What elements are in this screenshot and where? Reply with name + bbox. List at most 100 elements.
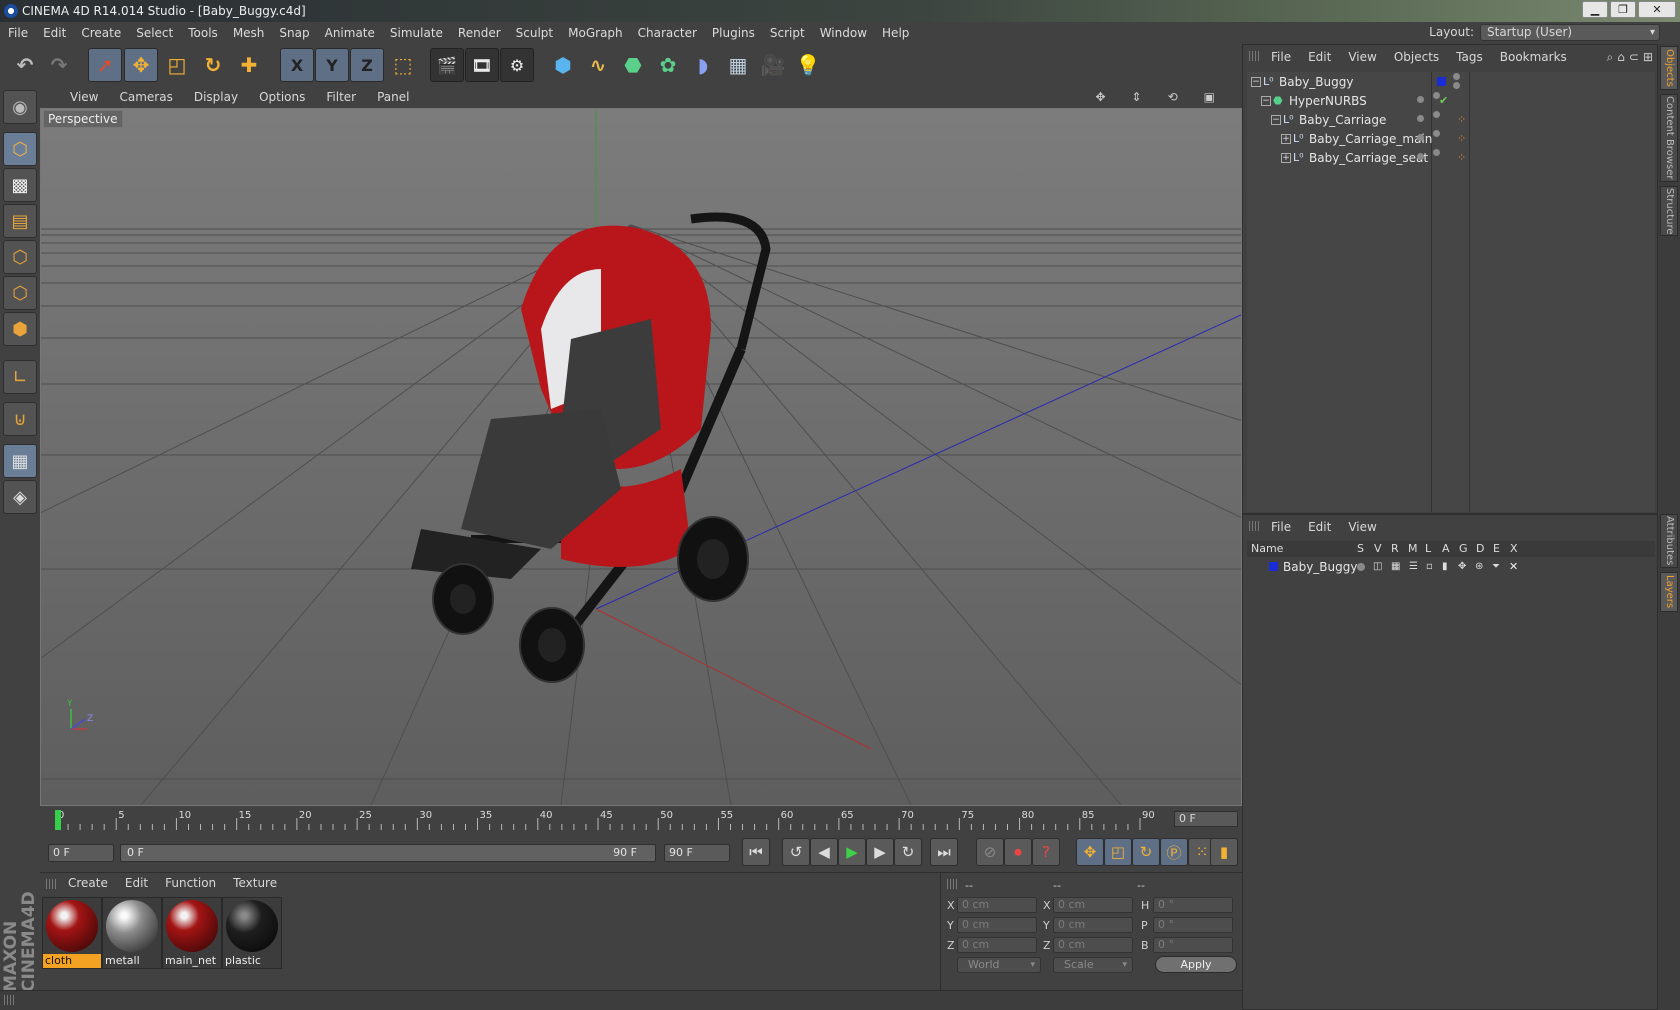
- end-frame-field[interactable]: 90 F: [664, 844, 730, 862]
- expand-icon[interactable]: +: [1281, 153, 1291, 163]
- material-cloth[interactable]: cloth: [42, 897, 102, 969]
- rot-p-field[interactable]: 0 °: [1153, 917, 1233, 933]
- rotate-icon[interactable]: ↻: [196, 48, 230, 82]
- pan-view-icon[interactable]: ✥: [1095, 90, 1105, 104]
- go-to-start-icon[interactable]: ⏮: [742, 838, 770, 866]
- new-panel-icon[interactable]: ⊞: [1643, 50, 1653, 65]
- render-view-icon[interactable]: 🎬: [430, 48, 464, 82]
- rot-h-field[interactable]: 0 °: [1153, 897, 1233, 913]
- play-forward-icon[interactable]: ▶: [838, 838, 866, 866]
- layer-row-baby-buggy[interactable]: Baby_Buggy ◫ ▦ ☰ ▫ ▮ ✥ ⊛ ⏷ ✕: [1247, 558, 1655, 576]
- start-frame-field[interactable]: 0 F: [48, 844, 114, 862]
- nurbs-generator-icon[interactable]: ⬣: [616, 48, 650, 82]
- tree-row-hypernurbs[interactable]: − ⬣ HyperNURBS ✔: [1247, 91, 1655, 111]
- toggle-layout-icon[interactable]: ▣: [1204, 90, 1215, 104]
- objects-menu-view[interactable]: View: [1348, 50, 1376, 64]
- collapse-icon[interactable]: −: [1271, 115, 1281, 125]
- menu-edit[interactable]: Edit: [43, 26, 66, 40]
- render-toggle-icon[interactable]: ▦: [1391, 558, 1400, 576]
- render-visibility-dot[interactable]: [1433, 111, 1440, 118]
- layers-menu-view[interactable]: View: [1348, 520, 1376, 534]
- points-mode-icon[interactable]: ⬡: [3, 240, 37, 274]
- make-editable-icon[interactable]: ◉: [3, 90, 37, 124]
- spline-pen-icon[interactable]: ∿: [581, 48, 615, 82]
- generators-toggle-icon[interactable]: ✥: [1458, 558, 1466, 576]
- workplane-mode-icon[interactable]: ▤: [3, 204, 37, 238]
- menu-mograph[interactable]: MoGraph: [568, 26, 623, 40]
- objects-menu-file[interactable]: File: [1271, 50, 1291, 64]
- objects-menu-tags[interactable]: Tags: [1456, 50, 1483, 64]
- render-visibility-dot[interactable]: [1433, 149, 1440, 156]
- camera-icon[interactable]: 🎥: [756, 48, 790, 82]
- material-menu-texture[interactable]: Texture: [233, 876, 277, 890]
- tab-content-browser[interactable]: Content Browser: [1660, 94, 1678, 182]
- record-parameter-icon[interactable]: Ⓟ: [1160, 838, 1188, 866]
- menu-simulate[interactable]: Simulate: [390, 26, 443, 40]
- light-bulb-icon[interactable]: 💡: [791, 48, 825, 82]
- apply-button[interactable]: Apply: [1155, 956, 1237, 973]
- layers-menu-file[interactable]: File: [1271, 520, 1291, 534]
- home-icon[interactable]: ⌂: [1617, 50, 1625, 65]
- objects-menu-edit[interactable]: Edit: [1308, 50, 1331, 64]
- timeline-ruler[interactable]: 0 5 10 15 20 25 30 35 40 45 50 55 60 65 70 75 80 85 90 0 F: [40, 806, 1242, 834]
- maximize-button[interactable]: ❐: [1610, 1, 1636, 18]
- pos-z-field[interactable]: 0 cm: [957, 937, 1037, 953]
- menu-render[interactable]: Render: [458, 26, 501, 40]
- world-coords-icon[interactable]: ⬚: [386, 48, 420, 82]
- xref-toggle-icon[interactable]: ✕: [1509, 558, 1518, 576]
- tree-row-baby-buggy[interactable]: − L⁰ Baby_Buggy: [1247, 72, 1655, 92]
- go-to-end-icon[interactable]: ⏭: [930, 838, 958, 866]
- tab-structure[interactable]: Structure: [1660, 186, 1678, 236]
- menu-select[interactable]: Select: [136, 26, 173, 40]
- autokey-icon[interactable]: ⏺: [1004, 838, 1032, 866]
- render-picture-viewer-icon[interactable]: 🎞: [465, 48, 499, 82]
- pos-x-field[interactable]: 0 cm: [957, 897, 1037, 913]
- viewport-menu-filter[interactable]: Filter: [326, 90, 356, 104]
- menu-sculpt[interactable]: Sculpt: [516, 26, 553, 40]
- timeline-window-icon[interactable]: ▮: [1210, 838, 1238, 866]
- viewport-menu-view[interactable]: View: [70, 90, 98, 104]
- menu-tools[interactable]: Tools: [188, 26, 218, 40]
- viewport-menu-options[interactable]: Options: [259, 90, 305, 104]
- render-visibility-dot[interactable]: [1433, 130, 1440, 137]
- playhead-marker[interactable]: [55, 810, 61, 830]
- record-rotation-icon[interactable]: ↻: [1132, 838, 1160, 866]
- render-visibility-dot[interactable]: [1453, 82, 1460, 89]
- manager-toggle-icon[interactable]: ☰: [1409, 558, 1418, 576]
- texture-tag-icon[interactable]: ⁘: [1457, 114, 1466, 125]
- record-keys-icon[interactable]: ⊘: [976, 838, 1004, 866]
- search-icon[interactable]: ⌕: [1607, 50, 1614, 65]
- menu-file[interactable]: File: [8, 26, 28, 40]
- cube-primitive-icon[interactable]: ⬢: [546, 48, 580, 82]
- size-z-field[interactable]: 0 cm: [1053, 937, 1133, 953]
- material-metall[interactable]: metall: [102, 897, 162, 969]
- workplane-lock-icon[interactable]: ▦: [3, 444, 37, 478]
- tab-attributes[interactable]: Attributes: [1660, 514, 1678, 568]
- solo-toggle-icon[interactable]: [1357, 563, 1365, 571]
- expand-icon[interactable]: +: [1281, 134, 1291, 144]
- snap-magnet-icon[interactable]: ⊍: [3, 402, 37, 436]
- minimize-button[interactable]: ▁: [1582, 1, 1608, 18]
- lock-view-icon[interactable]: ⊂: [1629, 50, 1639, 65]
- recent-tool-icon[interactable]: ✚: [232, 48, 266, 82]
- undo-icon[interactable]: ↶: [8, 48, 42, 82]
- editor-visibility-dot[interactable]: [1417, 134, 1424, 141]
- x-axis-lock-button[interactable]: X: [280, 48, 314, 82]
- objects-menu-objects[interactable]: Objects: [1394, 50, 1439, 64]
- deformer-bend-icon[interactable]: ◗: [686, 48, 720, 82]
- previous-key-icon[interactable]: ↺: [782, 838, 810, 866]
- zoom-view-icon[interactable]: ⇕: [1132, 90, 1142, 104]
- editor-visibility-dot[interactable]: [1417, 96, 1424, 103]
- scale-icon[interactable]: ◰: [160, 48, 194, 82]
- editor-visibility-dot[interactable]: [1417, 115, 1424, 122]
- redo-icon[interactable]: ↷: [42, 48, 76, 82]
- coordinate-mode-dropdown[interactable]: World: [957, 957, 1041, 973]
- tree-row-baby-carriage-seat[interactable]: + L⁰ Baby_Carriage_seat ⁘: [1247, 148, 1655, 168]
- previous-frame-icon[interactable]: ◀: [810, 838, 838, 866]
- tab-objects[interactable]: Objects: [1660, 46, 1678, 90]
- collapse-icon[interactable]: −: [1261, 96, 1271, 106]
- record-scale-icon[interactable]: ◰: [1104, 838, 1132, 866]
- model-mode-icon[interactable]: ⬡: [3, 132, 37, 166]
- pos-y-field[interactable]: 0 cm: [957, 917, 1037, 933]
- preview-range-slider[interactable]: 0 F 90 F: [120, 844, 656, 862]
